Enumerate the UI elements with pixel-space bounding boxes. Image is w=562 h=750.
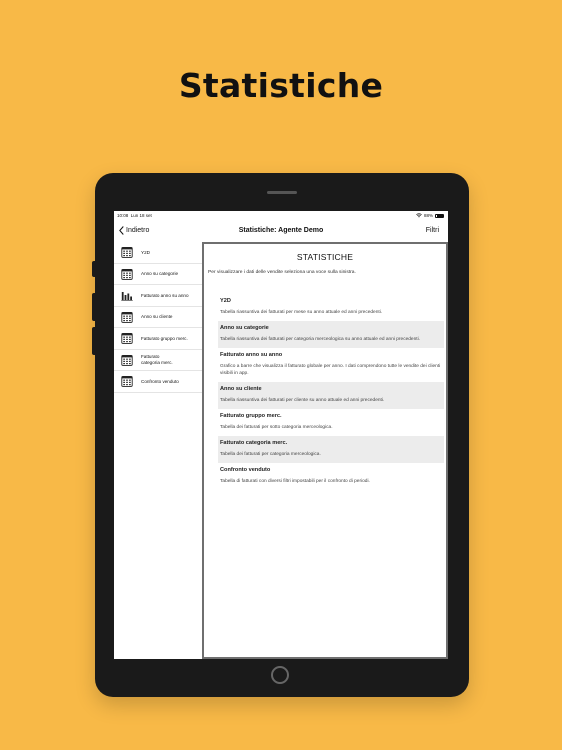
calendar-icon <box>120 246 133 259</box>
entry-fatturato-gruppo-merc: Fatturato gruppo merc. Tabella dei fattu… <box>218 409 444 436</box>
sidebar-item-label: Confronto venduto <box>141 378 179 384</box>
entry-title: Confronto venduto <box>220 467 271 474</box>
sidebar-item-label: Anno su categorie <box>141 271 179 277</box>
entry-title: Fatturato gruppo merc. <box>220 413 282 420</box>
filter-button[interactable]: Filtri <box>426 227 439 234</box>
sidebar-item-fatturato-anno-su-anno[interactable]: Fatturato anno su anno <box>114 285 202 307</box>
mute-switch <box>92 261 95 277</box>
calendar-icon <box>120 375 133 388</box>
sidebar-item-y2d[interactable]: Y2D <box>114 242 202 264</box>
wifi-icon <box>416 213 422 218</box>
sidebar-item-confronto-venduto[interactable]: Confronto venduto <box>114 371 202 393</box>
battery-icon <box>435 213 444 218</box>
calendar-icon <box>120 353 133 366</box>
entry-title: Y2D <box>220 298 231 304</box>
sidebar-item-anno-su-categorie[interactable]: Anno su categorie <box>114 264 202 285</box>
statistics-panel: STATISTICHE Per visualizzare i dati dell… <box>204 244 446 657</box>
battery-percent: 88% <box>423 213 433 218</box>
ipad-frame: 10:08 Lun 18 set 88% Indietro Statistich… <box>92 173 469 697</box>
sidebar-item-label: Anno su cliente <box>141 314 173 320</box>
entry-fatturato-categoria-merc: Fatturato categoria merc. Tabella dei fa… <box>218 436 444 464</box>
home-button[interactable] <box>271 666 289 684</box>
detail-pane: STATISTICHE Per visualizzare i dati dell… <box>202 242 448 659</box>
bar-chart-icon <box>120 289 133 302</box>
sidebar-item-anno-su-cliente[interactable]: Anno su cliente <box>114 307 202 328</box>
entry-description: Tabella di fatturati con diversi filtri … <box>220 479 370 485</box>
panel-subtitle: Per visualizzare i dati delle vendite se… <box>208 270 356 275</box>
status-bar: 10:08 Lun 18 set 88% <box>114 211 448 220</box>
entry-description: Grafico a barre che visualizza il fattur… <box>220 364 441 376</box>
entry-y2d: Y2D Tabella riassuntiva dei fatturati pe… <box>218 294 444 321</box>
entry-description: Tabella dei fatturati per categoria merc… <box>220 452 321 458</box>
entry-anno-su-cliente: Anno su cliente Tabella riassuntiva dei … <box>218 381 444 410</box>
sidebar-item-label: Fatturato anno su anno <box>141 292 189 298</box>
speaker-grille <box>267 191 297 194</box>
entry-description: Tabella riassuntiva dei fatturati per cl… <box>220 397 385 403</box>
sidebar: Y2D Anno su categorie Fatturato anno su … <box>114 242 202 659</box>
panel-title: STATISTICHE <box>296 252 354 262</box>
entry-description: Tabella riassuntiva dei fatturati per ca… <box>220 337 420 343</box>
page-headline: Statistiche <box>178 66 384 105</box>
entry-title: Anno su cliente <box>220 385 262 392</box>
app-screen: 10:08 Lun 18 set 88% Indietro Statistich… <box>114 211 448 659</box>
navigation-bar: Indietro Statistiche: Agente Demo Filtri <box>114 221 448 243</box>
status-right: 88% <box>416 213 444 218</box>
entry-list: Y2D Tabella riassuntiva dei fatturati pe… <box>218 294 444 491</box>
nav-title: Statistiche: Agente Demo <box>238 227 324 234</box>
calendar-icon <box>120 267 133 280</box>
volume-down-button <box>92 327 95 355</box>
entry-anno-su-categorie: Anno su categorie Tabella riassuntiva de… <box>218 321 444 349</box>
sidebar-item-label: Fatturato categoria merc. <box>141 354 173 365</box>
calendar-icon <box>120 310 133 323</box>
status-date: Lun 18 set <box>130 213 152 218</box>
entry-confronto-venduto: Confronto venduto Tabella di fatturati c… <box>218 463 444 490</box>
calendar-icon <box>120 332 133 345</box>
entry-description: Tabella riassuntiva dei fatturati per me… <box>220 310 383 315</box>
sidebar-item-label: Y2D <box>141 249 150 255</box>
status-time: 10:08 <box>117 213 129 218</box>
entry-description: Tabella dei fatturati per sotto categori… <box>220 425 333 431</box>
entry-fatturato-anno-su-anno: Fatturato anno su anno Grafico a barre c… <box>218 348 444 381</box>
volume-up-button <box>92 293 95 321</box>
sidebar-item-label: Fatturato gruppo merc. <box>141 335 188 341</box>
sidebar-item-fatturato-categoria-merc[interactable]: Fatturato categoria merc. <box>114 350 202 371</box>
entry-title: Fatturato anno su anno <box>220 352 283 359</box>
sidebar-item-fatturato-gruppo-merc[interactable]: Fatturato gruppo merc. <box>114 328 202 350</box>
entry-title: Anno su categorie <box>220 325 269 332</box>
status-time-date: 10:08 Lun 18 set <box>117 213 152 218</box>
entry-title: Fatturato categoria merc. <box>220 440 288 447</box>
